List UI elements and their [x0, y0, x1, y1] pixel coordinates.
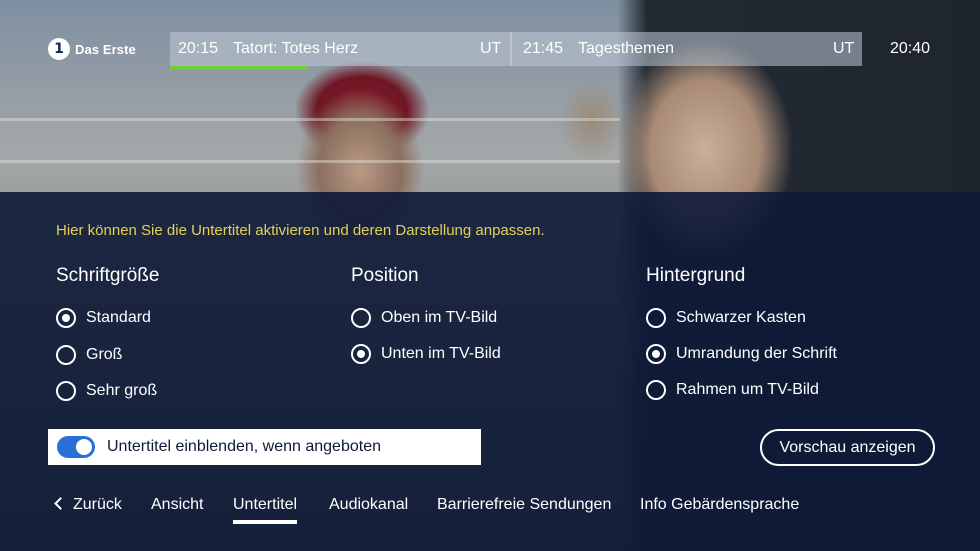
option-label: Sehr groß	[86, 382, 158, 399]
panel-hint: Hier können Sie die Untertitel aktiviere…	[56, 222, 545, 239]
position-title: Position	[351, 265, 419, 286]
subtitle-toggle-row[interactable]: Untertitel einblenden, wenn angeboten	[48, 429, 481, 465]
nav-tab-info-gebaerdensprache[interactable]: Info Gebärdensprache	[640, 492, 799, 518]
epg-now-title: Tatort: Totes Herz	[233, 40, 359, 57]
option-label: Schwarzer Kasten	[676, 309, 806, 326]
nav-back-label: Zurück	[73, 496, 122, 513]
radio-icon	[646, 308, 666, 328]
nav-tab-untertitel[interactable]: Untertitel	[233, 492, 298, 524]
radio-icon	[56, 308, 76, 328]
epg-now-time: 20:15	[178, 40, 219, 57]
channel-name: Das Erste	[75, 41, 136, 57]
radio-icon	[56, 381, 76, 401]
radio-icon	[351, 344, 371, 364]
chevron-left-icon	[54, 497, 67, 510]
background-detail	[0, 118, 620, 121]
settings-nav: Zurück Ansicht Untertitel Audiokanal Bar…	[0, 492, 980, 532]
radio-icon	[646, 380, 666, 400]
background-title: Hintergrund	[646, 265, 746, 286]
option-label: Umrandung der Schrift	[676, 345, 837, 362]
clock: 20:40	[889, 40, 931, 57]
background-option-rahmen[interactable]: Rahmen um TV-Bild	[646, 379, 819, 401]
nav-back[interactable]: Zurück	[54, 492, 122, 518]
radio-icon	[56, 345, 76, 365]
epg-next-time: 21:45	[523, 40, 564, 57]
radio-icon	[646, 344, 666, 364]
font-size-option-sehr-gross[interactable]: Sehr groß	[56, 380, 157, 402]
background-group: Hintergrund Schwarzer Kasten Umrandung d…	[646, 264, 936, 400]
subtitle-toggle-switch[interactable]	[57, 436, 95, 458]
font-size-group: Schriftgröße Standard Groß Sehr groß	[56, 264, 346, 401]
option-label: Unten im TV-Bild	[381, 345, 501, 362]
option-label: Rahmen um TV-Bild	[676, 381, 819, 398]
position-group: Position Oben im TV-Bild Unten im TV-Bil…	[351, 264, 641, 364]
font-size-option-gross[interactable]: Groß	[56, 344, 122, 366]
radio-icon	[351, 308, 371, 328]
background-option-umrandung[interactable]: Umrandung der Schrift	[646, 343, 837, 365]
channel-logo: 1 Das Erste	[48, 38, 136, 60]
epg-next-subtitle-badge: UT	[833, 40, 855, 57]
option-label: Groß	[86, 346, 123, 363]
epg-bar: 20:15 Tatort: Totes Herz UT 21:45 Tagest…	[170, 32, 862, 70]
background-option-schwarzer-kasten[interactable]: Schwarzer Kasten	[646, 307, 806, 329]
nav-tab-ansicht[interactable]: Ansicht	[151, 492, 203, 518]
epg-progress-bar	[170, 66, 308, 70]
background-detail	[0, 160, 620, 163]
position-option-oben[interactable]: Oben im TV-Bild	[351, 307, 497, 329]
das-erste-logo-icon: 1	[48, 38, 70, 60]
font-size-option-standard[interactable]: Standard	[56, 307, 151, 329]
preview-button[interactable]: Vorschau anzeigen	[760, 429, 935, 466]
epg-next-title: Tagesthemen	[578, 40, 675, 57]
option-label: Standard	[86, 309, 151, 326]
epg-divider	[510, 32, 512, 66]
nav-tab-barrierefreie-sendungen[interactable]: Barrierefreie Sendungen	[437, 492, 611, 518]
subtitle-toggle-label: Untertitel einblenden, wenn angeboten	[107, 438, 381, 455]
option-label: Oben im TV-Bild	[381, 309, 498, 326]
position-option-unten[interactable]: Unten im TV-Bild	[351, 343, 501, 365]
subtitle-settings-panel: Hier können Sie die Untertitel aktiviere…	[0, 192, 980, 551]
font-size-title: Schriftgröße	[56, 265, 160, 286]
nav-tab-audiokanal[interactable]: Audiokanal	[329, 492, 408, 518]
epg-now-subtitle-badge: UT	[480, 40, 502, 57]
